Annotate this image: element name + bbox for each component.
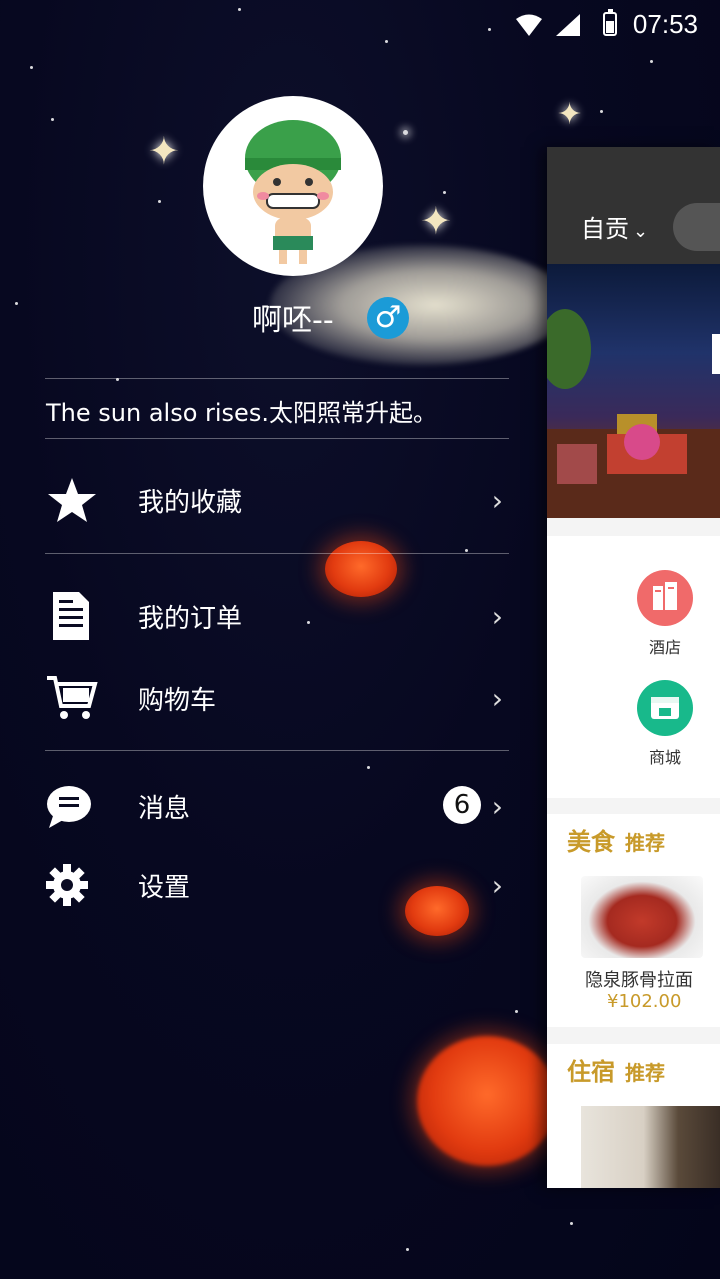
main-panel[interactable]: 自贡 ⌄ 酒店 商城 美食 推荐 隐泉豚骨拉面 ¥102.00 住宿 推荐 bbox=[547, 147, 720, 1188]
document-icon bbox=[53, 592, 89, 640]
chat-icon bbox=[47, 786, 91, 828]
signal-icon bbox=[556, 14, 580, 36]
star-icon bbox=[48, 478, 96, 522]
category-grid: 酒店 商城 bbox=[547, 536, 720, 798]
menu-label: 购物车 bbox=[138, 686, 217, 716]
chevron-right-icon: › bbox=[491, 869, 503, 902]
chevron-right-icon: › bbox=[491, 682, 503, 715]
battery-icon bbox=[603, 9, 617, 36]
nickname[interactable]: 啊呸-- bbox=[252, 295, 334, 339]
city-label: 自贡 bbox=[581, 215, 629, 243]
section-title: 住宿 推荐 bbox=[567, 1058, 665, 1086]
divider bbox=[45, 750, 509, 751]
menu-item-orders[interactable]: 我的订单 › bbox=[45, 586, 509, 646]
food-recommend-section: 美食 推荐 隐泉豚骨拉面 ¥102.00 bbox=[547, 814, 720, 1027]
dish-image[interactable] bbox=[581, 876, 703, 958]
hotel-icon bbox=[637, 570, 693, 626]
menu-label: 消息 bbox=[138, 794, 191, 824]
dish-name[interactable]: 隐泉豚骨拉面 bbox=[585, 966, 693, 992]
city-selector[interactable]: 自贡 ⌄ bbox=[581, 209, 648, 244]
banner-image bbox=[547, 309, 720, 518]
status-bar: 07:53 bbox=[0, 0, 720, 50]
wifi-icon bbox=[516, 14, 542, 36]
room-image[interactable] bbox=[581, 1106, 720, 1188]
divider bbox=[45, 553, 509, 554]
chevron-down-icon: ⌄ bbox=[633, 221, 649, 242]
menu-item-messages[interactable]: 消息 6 › bbox=[45, 776, 509, 836]
lantern-decoration bbox=[417, 1036, 557, 1166]
dish-price: ¥102.00 bbox=[607, 991, 682, 1012]
divider bbox=[45, 438, 509, 439]
avatar[interactable] bbox=[203, 96, 383, 276]
menu-item-settings[interactable]: 设置 › bbox=[45, 855, 509, 915]
stay-recommend-section: 住宿 推荐 bbox=[547, 1044, 720, 1188]
menu-label: 我的收藏 bbox=[138, 488, 243, 518]
category-label: 商城 bbox=[648, 748, 681, 767]
cart-icon bbox=[47, 676, 98, 719]
male-gender-icon: ♂ bbox=[367, 297, 409, 339]
chevron-right-icon: › bbox=[491, 484, 503, 517]
menu-label: 我的订单 bbox=[138, 604, 243, 634]
menu-item-favorites[interactable]: 我的收藏 › bbox=[45, 470, 509, 530]
section-title: 美食 推荐 bbox=[567, 828, 665, 856]
gear-icon bbox=[46, 864, 88, 906]
promo-banner[interactable] bbox=[547, 264, 720, 518]
unread-badge: 6 bbox=[443, 786, 481, 824]
search-input[interactable] bbox=[673, 203, 720, 251]
cartoon-avatar-image bbox=[245, 120, 341, 264]
divider bbox=[45, 378, 509, 379]
signature-text[interactable]: The sun also rises.太阳照常升起。 bbox=[46, 393, 437, 428]
category-label: 酒店 bbox=[648, 638, 681, 657]
status-time: 07:53 bbox=[632, 9, 698, 39]
chevron-right-icon: › bbox=[491, 600, 503, 633]
menu-item-cart[interactable]: 购物车 › bbox=[45, 668, 509, 728]
chevron-right-icon: › bbox=[491, 790, 503, 823]
top-bar: 自贡 ⌄ bbox=[547, 147, 720, 264]
store-icon bbox=[637, 680, 693, 736]
menu-label: 设置 bbox=[138, 873, 191, 903]
